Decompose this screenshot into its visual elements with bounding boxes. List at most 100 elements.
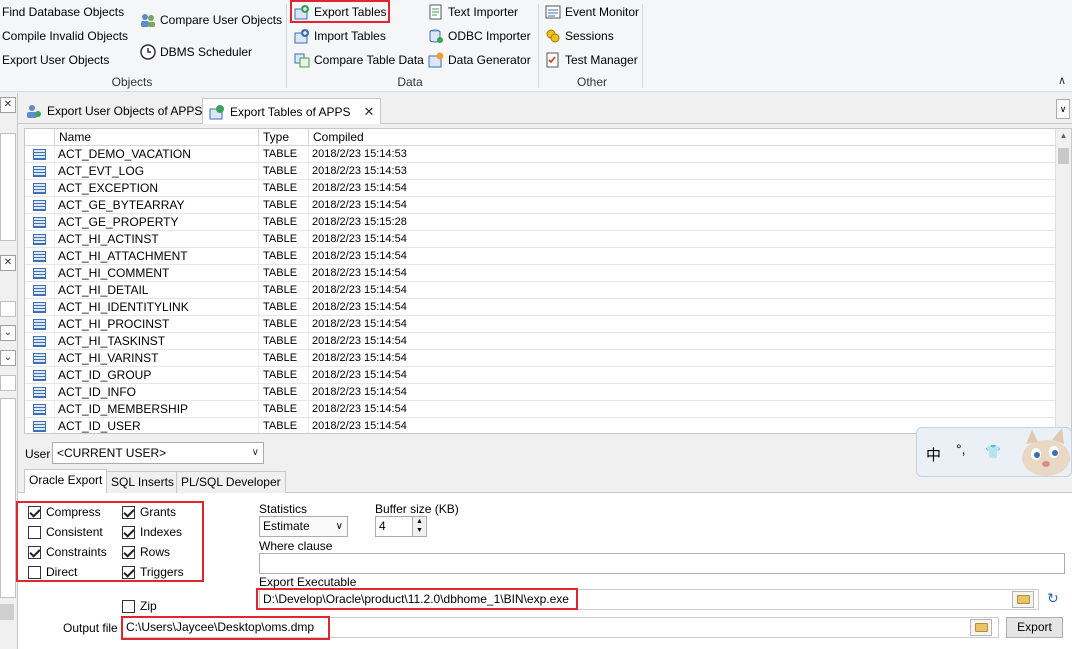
table-row[interactable]: ACT_HI_COMMENT TABLE 2018/2/23 15:14:54 [25,265,1057,282]
event-monitor-button[interactable]: Event Monitor [545,2,639,22]
compile-invalid-objects-button[interactable]: Compile Invalid Objects [2,26,128,46]
browse-executable-button[interactable] [1012,591,1034,608]
table-compiled-cell: 2018/2/23 15:14:54 [312,284,407,296]
odbc-importer-button[interactable]: ODBC Importer [428,26,531,46]
close-icon[interactable]: ✕ [0,255,16,271]
collapse-ribbon-icon[interactable]: ∧ [1058,74,1066,87]
user-select[interactable]: <CURRENT USER> ∨ [52,442,264,464]
table-name-cell: ACT_ID_GROUP [55,367,259,383]
table-row[interactable]: ACT_DEMO_VACATION TABLE 2018/2/23 15:14:53 [25,146,1057,163]
table-icon [33,301,46,313]
user-select-value: <CURRENT USER> [57,446,167,460]
compare-user-objects-button[interactable]: Compare User Objects [140,10,282,30]
import-tables-label: Import Tables [314,29,386,43]
ime-punctuation-toggle[interactable]: °, [956,441,966,457]
new-file-icon[interactable] [0,375,16,391]
table-row[interactable]: ACT_HI_DETAIL TABLE 2018/2/23 15:14:54 [25,282,1057,299]
table-name-cell: ACT_ID_USER [55,418,259,433]
spinner-arrows-icon[interactable]: ▲ ▼ [412,517,426,536]
export-button[interactable]: Export [1006,617,1063,638]
export-user-objects-button[interactable]: Export User Objects [2,50,109,70]
table-row[interactable]: ACT_HI_TASKINST TABLE 2018/2/23 15:14:54 [25,333,1057,350]
table-row[interactable]: ACT_ID_GROUP TABLE 2018/2/23 15:14:54 [25,367,1057,384]
compare-user-objects-label: Compare User Objects [160,13,283,27]
table-type-cell: TABLE [259,248,309,264]
ribbon-separator [642,4,643,88]
compare-table-icon [294,53,310,68]
chevron-down-icon[interactable]: ⌄ [0,325,16,341]
table-icon [33,352,46,364]
table-name-cell: ACT_HI_ATTACHMENT [55,248,259,264]
grid-scrollbar[interactable]: ▲ [1055,129,1071,433]
statistics-select[interactable]: Estimate ∨ [259,516,348,537]
data-generator-button[interactable]: Data Generator [428,50,531,70]
sessions-button[interactable]: Sessions [545,26,614,46]
tab-plsql-developer[interactable]: PL/SQL Developer [176,471,286,493]
text-importer-button[interactable]: Text Importer [428,2,518,22]
table-compiled-cell: 2018/2/23 15:14:53 [312,148,407,160]
table-row[interactable]: ACT_GE_PROPERTY TABLE 2018/2/23 15:15:28 [25,214,1057,231]
ime-language-toggle[interactable]: 中 [926,444,941,465]
table-compiled-cell: 2018/2/23 15:14:54 [312,403,407,415]
zip-checkbox[interactable]: Zip [122,598,157,614]
close-icon[interactable]: ✕ [364,104,375,120]
table-row[interactable]: ACT_GE_BYTEARRAY TABLE 2018/2/23 15:14:54 [25,197,1057,214]
data-generator-label: Data Generator [448,53,531,67]
scroll-up-icon[interactable]: ▲ [1056,131,1071,140]
table-row[interactable]: ACT_HI_VARINST TABLE 2018/2/23 15:14:54 [25,350,1057,367]
test-manager-button[interactable]: Test Manager [545,50,638,70]
table-type-cell: TABLE [259,214,309,230]
table-type-cell: TABLE [259,180,309,196]
checkbox-box [122,599,135,613]
compare-table-data-label: Compare Table Data [314,53,424,67]
table-compiled-cell: 2018/2/23 15:14:54 [312,386,407,398]
table-row[interactable]: ACT_ID_USER TABLE 2018/2/23 15:14:54 [25,418,1057,433]
highlight-executable [256,588,578,610]
table-row[interactable]: ACT_ID_MEMBERSHIP TABLE 2018/2/23 15:14:54 [25,401,1057,418]
table-row[interactable]: ACT_ID_INFO TABLE 2018/2/23 15:14:54 [25,384,1057,401]
table-row[interactable]: ACT_HI_IDENTITYLINK TABLE 2018/2/23 15:14:… [25,299,1057,316]
table-compiled-cell: 2018/2/23 15:14:53 [312,165,407,177]
table-type-cell: TABLE [259,163,309,179]
table-row-icon-cell [25,316,55,332]
column-header-type[interactable]: Type [259,129,309,146]
tab-oracle-export[interactable]: Oracle Export [24,469,108,493]
table-icon [33,369,46,381]
find-database-objects-button[interactable]: Find Database Objects [2,2,124,22]
highlight-output-file [121,616,330,640]
buffer-size-label: Buffer size (KB) [375,502,459,516]
import-tables-button[interactable]: Import Tables [294,26,386,46]
tab-label: Export User Objects of APPS [47,104,203,118]
chevron-down-icon[interactable]: ∨ [1056,99,1070,119]
close-icon[interactable]: ✕ [0,97,16,113]
table-row[interactable]: ACT_HI_ACTINST TABLE 2018/2/23 15:14:54 [25,231,1057,248]
tab-export-tables[interactable]: Export Tables of APPS ✕ [202,98,382,124]
table-row[interactable]: ACT_EXCEPTION TABLE 2018/2/23 15:14:54 [25,180,1057,197]
table-name-cell: ACT_HI_IDENTITYLINK [55,299,259,315]
buffer-size-spinner[interactable]: 4 ▲ ▼ [375,516,427,537]
browse-output-button[interactable] [970,619,992,636]
table-row[interactable]: ACT_HI_ATTACHMENT TABLE 2018/2/23 15:14:54 [25,248,1057,265]
where-clause-input[interactable] [259,553,1065,574]
left-scrollbar-thumb[interactable] [0,604,14,620]
table-row-icon-cell [25,367,55,383]
table-row-icon-cell [25,384,55,400]
column-header-name[interactable]: Name [55,129,259,146]
tab-sql-inserts[interactable]: SQL Inserts [106,471,179,493]
column-header-compiled[interactable]: Compiled [309,129,1057,146]
export-tables-icon [209,104,224,119]
refresh-icon[interactable]: ↻ [1047,590,1059,607]
compare-table-data-button[interactable]: Compare Table Data [294,50,424,70]
tab-export-user-objects[interactable]: Export User Objects of APPS [20,98,208,124]
ime-skin-button[interactable]: 👕 [985,444,1001,460]
export-executable-label: Export Executable [259,575,357,589]
statistics-label: Statistics [259,502,308,516]
users-compare-icon [141,14,155,27]
chevron-down-icon[interactable]: ⌄ [0,350,16,366]
left-panel-field[interactable] [0,301,16,317]
dbms-scheduler-button[interactable]: DBMS Scheduler [140,42,252,62]
table-row[interactable]: ACT_HI_PROCINST TABLE 2018/2/23 15:14:54 [25,316,1057,333]
scrollbar-thumb[interactable] [1058,148,1069,164]
table-row[interactable]: ACT_EVT_LOG TABLE 2018/2/23 15:14:53 [25,163,1057,180]
tables-grid: Name Type Compiled ACT_DEMO_VACATION TABL… [24,128,1072,434]
